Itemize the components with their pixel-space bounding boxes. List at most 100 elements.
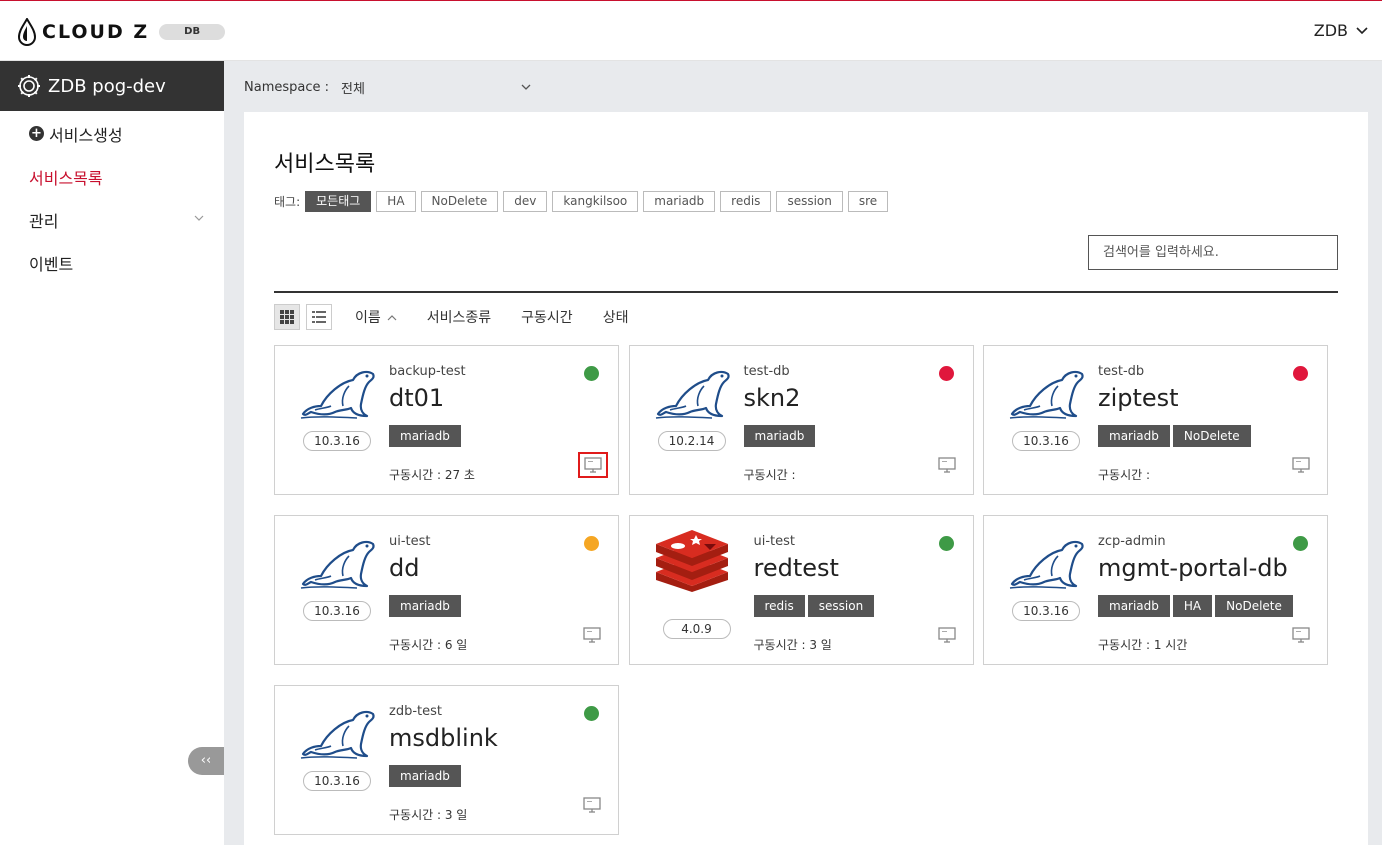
sidebar-collapse-button[interactable]: ‹‹ [188, 747, 224, 775]
service-card[interactable]: 10.3.16 zdb-test msdblink mariadb 구동시간 : 3 일 [274, 685, 619, 835]
service-uptime: 구동시간 : 1 시간 [1098, 638, 1188, 652]
user-name: ZDB [1313, 21, 1348, 40]
chevron-down-icon [521, 84, 531, 90]
sort-by-status[interactable]: 상태 [603, 307, 629, 327]
tag-filter-button[interactable]: kangkilsoo [552, 191, 639, 212]
sidebar-item-label: 이벤트 [29, 254, 74, 274]
list-icon [312, 311, 326, 323]
monitor-icon[interactable] [582, 626, 602, 644]
tag-filter-button[interactable]: NoDelete [420, 191, 499, 212]
list-view-button[interactable] [306, 304, 332, 330]
service-tags: mariadb [389, 765, 461, 787]
status-indicator [938, 366, 954, 381]
sort-label: 이름 [355, 310, 381, 326]
namespace-value: 전체 [341, 81, 365, 97]
namespace-select[interactable]: 전체 [341, 78, 531, 97]
status-indicator [1293, 536, 1308, 551]
service-tags: redis session [753, 595, 875, 617]
status-indicator [584, 536, 599, 551]
mariadb-icon [297, 704, 377, 760]
version-badge: 10.3.16 [303, 771, 371, 791]
service-uptime: 구동시간 : 27 초 [389, 468, 475, 482]
service-name: redtest [753, 554, 839, 582]
service-uptime: 구동시간 : [743, 468, 796, 482]
service-tag: NoDelete [1215, 595, 1293, 617]
service-tags: mariadb NoDelete [1098, 425, 1251, 447]
namespace-header: ZDB pog-dev [0, 61, 224, 111]
service-card[interactable]: 10.3.16 ui-test dd mariadb 구동시간 : 6 일 [274, 515, 619, 665]
tag-filter-button[interactable]: mariadb [643, 191, 716, 212]
service-namespace: test-db [743, 364, 790, 379]
service-uptime: 구동시간 : [1098, 468, 1151, 482]
service-tags: mariadb [389, 595, 461, 617]
namespace-title: ZDB pog-dev [48, 75, 166, 97]
service-tag: redis [753, 595, 805, 617]
sidebar-item-events[interactable]: 이벤트 [0, 241, 224, 284]
tag-filter-button[interactable]: session [776, 191, 843, 212]
service-tag: NoDelete [1172, 425, 1251, 447]
service-tag: mariadb [389, 765, 461, 787]
monitor-icon[interactable] [582, 796, 602, 814]
service-name: ziptest [1098, 384, 1179, 412]
service-name: dt01 [389, 384, 445, 412]
service-tag: mariadb [743, 425, 816, 447]
sort-label: 서비스종류 [426, 310, 492, 326]
chevron-up-icon [387, 314, 397, 320]
service-tag: session [807, 595, 875, 617]
tag-filter-button[interactable]: 모든태그 [305, 191, 372, 212]
service-namespace: ui-test [389, 534, 431, 549]
logo-drop-icon [18, 18, 36, 46]
sidebar-item-management[interactable]: 관리 [0, 198, 224, 241]
sidebar-item-label: 관리 [29, 211, 59, 231]
tag-filter-button[interactable]: sre [847, 191, 889, 212]
monitor-icon[interactable] [578, 452, 608, 478]
service-namespace: test-db [1098, 364, 1145, 379]
sidebar-item-create-service[interactable]: + 서비스생성 [0, 112, 224, 155]
version-badge: 10.2.14 [657, 431, 726, 451]
monitor-icon[interactable] [1291, 626, 1311, 644]
service-card[interactable]: 4.0.9 ui-test redtest redis session 구동시간 : 3 … [628, 515, 974, 665]
monitor-icon[interactable] [1291, 456, 1311, 474]
grid-icon [280, 310, 294, 324]
tag-filter-bar: 태그: 모든태그 HA NoDelete dev kangkilsoo mariadb re… [274, 191, 889, 212]
sort-by-service-type[interactable]: 서비스종류 [427, 307, 491, 327]
sort-by-name[interactable]: 이름 [355, 307, 397, 327]
user-menu[interactable]: ZDB [1314, 21, 1368, 40]
version-badge: 10.3.16 [1012, 431, 1080, 451]
service-tags: mariadb [743, 425, 816, 447]
page-title: 서비스목록 [274, 152, 376, 177]
status-indicator [584, 366, 599, 381]
service-card[interactable]: 10.3.16 zcp-admin mgmt-portal-db mariadb HA N… [983, 515, 1328, 665]
monitor-icon[interactable] [937, 626, 957, 644]
service-card[interactable]: 10.3.16 test-db ziptest mariadb NoDelete 구동시간… [983, 345, 1328, 495]
sort-by-uptime[interactable]: 구동시간 [521, 307, 573, 327]
service-name: mgmt-portal-db [1098, 554, 1288, 582]
tags-label: 태그: [274, 195, 301, 209]
sort-label: 구동시간 [521, 310, 573, 326]
version-badge: 10.3.16 [1012, 601, 1080, 621]
service-tag: HA [1172, 595, 1213, 617]
namespace-label: Namespace : [244, 79, 330, 95]
service-tag: mariadb [1098, 595, 1170, 617]
tag-filter-button[interactable]: dev [503, 191, 548, 212]
service-namespace: zcp-admin [1098, 534, 1166, 549]
mariadb-icon [652, 364, 732, 420]
tag-filter-button[interactable]: redis [720, 191, 772, 212]
version-badge: 4.0.9 [662, 619, 731, 639]
top-bar: CLOUD Z DB ZDB [0, 0, 1382, 61]
tag-filter-button[interactable]: HA [376, 191, 416, 212]
list-toolbar: 이름 서비스종류 구동시간 상태 [274, 304, 628, 330]
main-panel: 서비스목록 태그: 모든태그 HA NoDelete dev kangkilsoo mar… [244, 112, 1368, 845]
sidebar-item-service-list[interactable]: 서비스목록 [0, 155, 224, 198]
search-input[interactable] [1088, 235, 1338, 270]
grid-view-button[interactable] [274, 304, 300, 330]
service-card[interactable]: 10.2.14 test-db skn2 mariadb 구동시간 : [628, 345, 974, 495]
service-tag: mariadb [1098, 425, 1170, 447]
monitor-icon[interactable] [937, 456, 957, 474]
service-card[interactable]: 10.3.16 backup-test dt01 mariadb 구동시간 : 27 초 [274, 345, 619, 495]
service-name: msdblink [389, 724, 498, 752]
mariadb-icon [297, 534, 377, 590]
mariadb-icon [1006, 364, 1086, 420]
cloudz-logo[interactable]: CLOUD Z DB [18, 17, 226, 47]
status-indicator [1293, 366, 1308, 381]
